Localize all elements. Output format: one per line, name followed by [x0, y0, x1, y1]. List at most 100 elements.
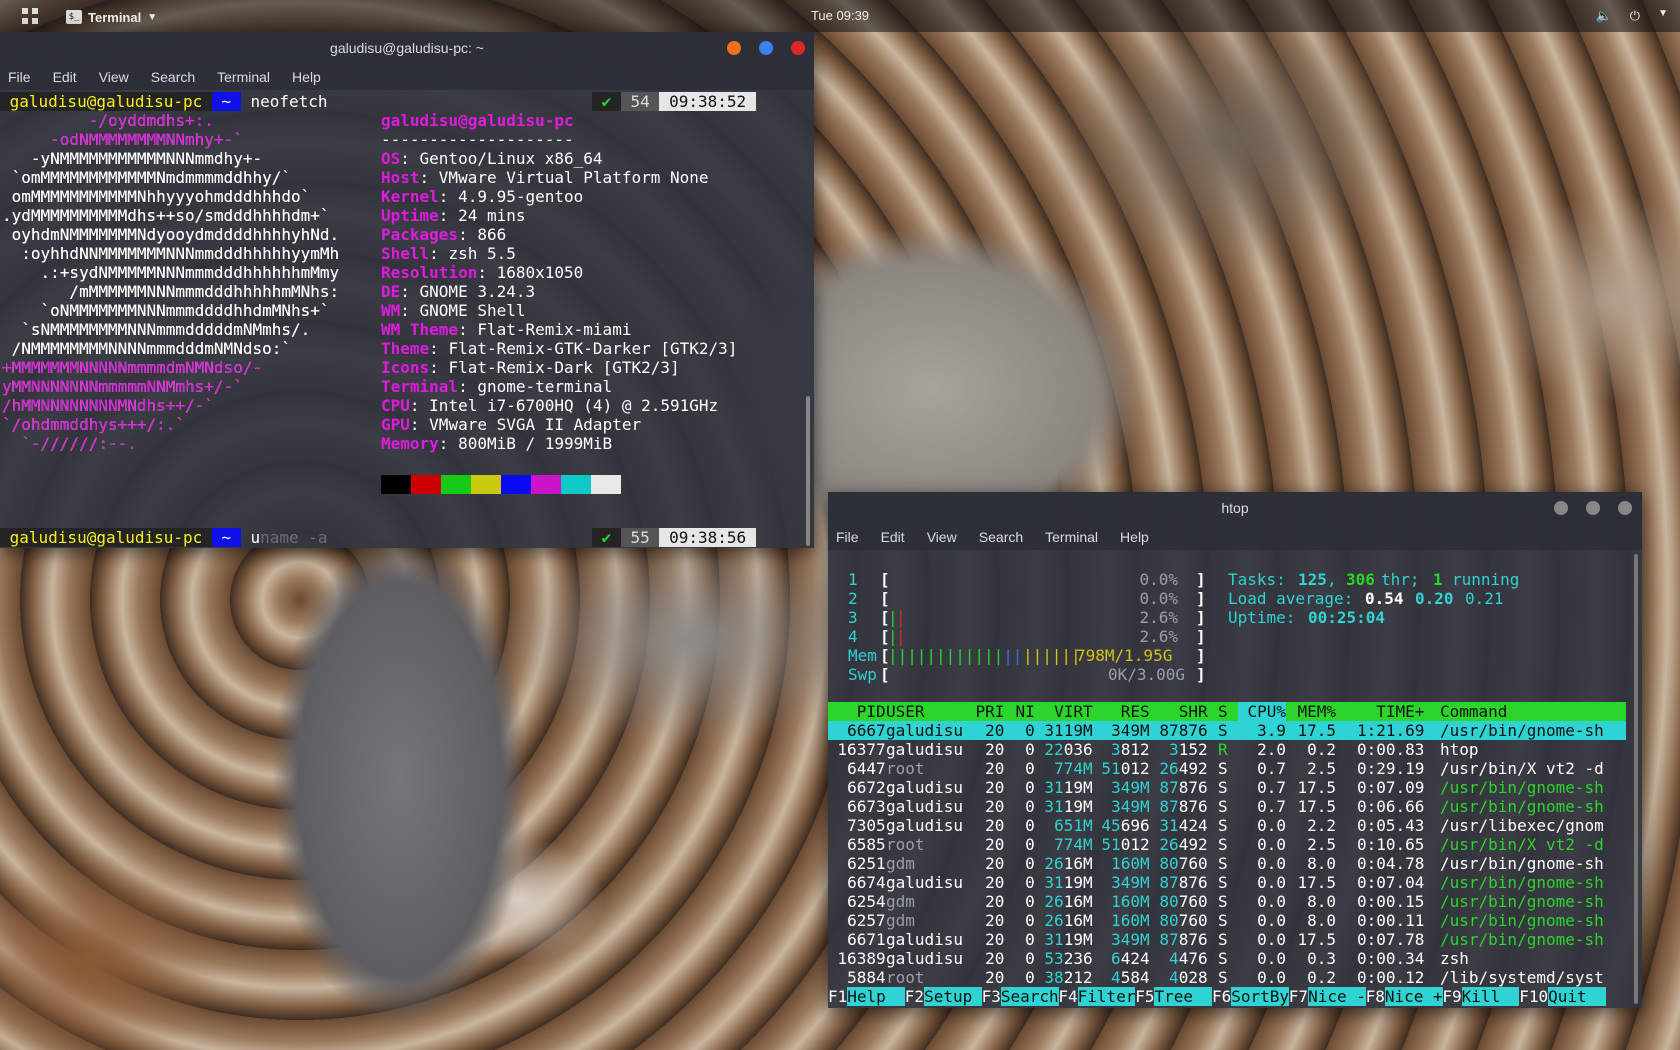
column-header-command[interactable]: Command: [1440, 702, 1603, 721]
menu-item-help[interactable]: Help: [292, 64, 321, 90]
table-cell: 0:07.78: [1356, 930, 1425, 949]
tasks-label: Tasks:: [1228, 570, 1286, 589]
table-row[interactable]: 6674 galudisu 20 0 3119M 349M 87876 S 0.0 17.5 0:0…: [828, 873, 1626, 892]
menu-item-help[interactable]: Help: [1120, 524, 1149, 550]
palette-swatch: [531, 475, 561, 494]
column-header-virt[interactable]: VIRT: [1035, 702, 1093, 721]
terminal-window-neofetch: galudisu@galudisu-pc: ~ File Edit View Sear…: [0, 32, 814, 548]
column-header-res[interactable]: RES: [1092, 702, 1150, 721]
menu-item-terminal[interactable]: Terminal: [217, 64, 270, 90]
info-key: DE: [381, 282, 401, 301]
info-key: Resolution: [381, 263, 478, 282]
table-row[interactable]: 16377 galudisu 20 0 22036 3812 3152 R 2.0 0.2 0:00…: [828, 740, 1626, 759]
column-header-pri[interactable]: PRI: [966, 702, 1004, 721]
info-key: OS: [381, 149, 401, 168]
close-button[interactable]: [1618, 501, 1632, 515]
info-value: VMware Virtual Platform None: [438, 168, 709, 187]
info-row: Kernel: 4.9.95-gentoo: [381, 187, 583, 206]
table-row[interactable]: 7305 galudisu 20 0 651M 45696 31424 S 0.0 2.2 0:05…: [828, 816, 1626, 835]
fkey-f1[interactable]: F1Help: [828, 987, 906, 1006]
table-cell: S: [1218, 835, 1228, 854]
minimize-button[interactable]: [1554, 501, 1568, 515]
minimize-button[interactable]: [727, 41, 741, 55]
power-icon[interactable]: ⏻: [1630, 8, 1640, 24]
fkey-f6[interactable]: F6SortBy: [1212, 987, 1290, 1006]
menu-item-terminal[interactable]: Terminal: [1045, 524, 1098, 550]
table-row[interactable]: 6251 gdm 20 0 2616M 160M 80760 S 0.0 8.0 0:04.78/u…: [828, 854, 1626, 873]
table-cell: 3119M: [1044, 721, 1093, 740]
table-row[interactable]: 5884 root 20 0 38212 4584 4028 S 0.0 0.2 0:00.12/l…: [828, 968, 1626, 987]
column-header-user[interactable]: USER: [886, 702, 972, 721]
table-cell: /usr/bin/gnome-sh: [1440, 778, 1604, 797]
scrollbar[interactable]: [1634, 554, 1638, 1004]
system-tray[interactable]: 🔈 ⏻ ▼: [1596, 8, 1668, 24]
table-cell: 0:07.04: [1356, 873, 1425, 892]
uptime-label: Uptime:: [1228, 608, 1296, 627]
maximize-button[interactable]: [1586, 501, 1600, 515]
column-header-mem[interactable]: MEM%: [1288, 702, 1336, 721]
window-titlebar[interactable]: htop: [828, 492, 1642, 524]
close-button[interactable]: [791, 41, 805, 55]
info-row: OS: Gentoo/Linux x86_64: [381, 149, 603, 168]
terminal-content[interactable]: galudisu@galudisu-pc ~ neofetch ✔ 54 09:…: [0, 90, 814, 548]
cell-units: 696: [1120, 816, 1150, 835]
table-row[interactable]: 6673 galudisu 20 0 3119M 349M 87876 S 0.7 17.5 0:0…: [828, 797, 1626, 816]
table-row[interactable]: 6585 root 20 0 774M 51012 26492 S 0.0 2.5 0:10.65/…: [828, 835, 1626, 854]
table-cell: 0: [1025, 930, 1035, 949]
speaker-icon[interactable]: 🔈: [1596, 8, 1612, 24]
window-titlebar[interactable]: galudisu@galudisu-pc: ~: [0, 32, 814, 64]
column-header-cpu[interactable]: CPU%: [1238, 702, 1286, 721]
table-cell: 6585: [847, 835, 886, 854]
column-header-shr[interactable]: SHR: [1150, 702, 1208, 721]
table-cell: 0: [1025, 949, 1035, 968]
info-sep: :: [429, 358, 449, 377]
column-header-time[interactable]: TIME+: [1338, 702, 1424, 721]
mem-meter-bar: |: [945, 646, 956, 665]
fkey-f3[interactable]: F3Search: [982, 987, 1059, 1006]
table-row[interactable]: 6257 gdm 20 0 2616M 160M 80760 S 0.0 8.0 0:00.11/u…: [828, 911, 1626, 930]
menu-item-edit[interactable]: Edit: [53, 64, 77, 90]
fkey-f9[interactable]: F9Kill: [1442, 987, 1520, 1006]
table-cell: 2616M: [1035, 854, 1092, 873]
menu-item-search[interactable]: Search: [979, 524, 1023, 550]
menu-item-view[interactable]: View: [927, 524, 957, 550]
table-row[interactable]: 6672 galudisu 20 0 3119M 349M 87876 S 0.7 17.5 0:0…: [828, 778, 1626, 797]
menu-item-search[interactable]: Search: [151, 64, 195, 90]
table-row[interactable]: 6671 galudisu 20 0 3119M 349M 87876 S 0.0 17.5 0:0…: [828, 930, 1626, 949]
running-label: running: [1452, 570, 1520, 589]
fkey-label: Search: [1000, 987, 1059, 1006]
info-value: GNOME Shell: [419, 301, 526, 320]
fkey-f2[interactable]: F2Setup: [905, 987, 982, 1006]
column-header-pid[interactable]: PID: [828, 702, 886, 721]
column-header-s[interactable]: S: [1218, 702, 1228, 721]
fkey-f5[interactable]: F5Tree: [1135, 987, 1213, 1006]
table-row[interactable]: 6667 galudisu 20 0 3119M 349M 87876 S 3.9 17.5 1:2…: [828, 721, 1626, 740]
menu-item-file[interactable]: File: [8, 64, 31, 90]
htop-content[interactable]: 1[0.0%] 2[0.0%] 3[| | 2.6%] 4[| | 2.6%] Mem[| | | |…: [828, 550, 1642, 1008]
clock[interactable]: Tue 09:39: [0, 8, 1680, 23]
maximize-button[interactable]: [759, 41, 773, 55]
table-row[interactable]: 6254 gdm 20 0 2616M 160M 80760 S 0.0 8.0 0:00.15/u…: [828, 892, 1626, 911]
table-cell: 87876: [1159, 721, 1208, 740]
info-key: Shell: [381, 244, 430, 263]
fkey-f4[interactable]: F4Filter: [1058, 987, 1136, 1006]
cell-units: 16M: [1063, 892, 1093, 911]
scrollbar[interactable]: [806, 396, 810, 546]
table-row[interactable]: 16389 galudisu 20 0 53236 6424 4476 S 0.0 0.3 0:00…: [828, 949, 1626, 968]
table-cell: 0: [1025, 835, 1035, 854]
menu-item-view[interactable]: View: [99, 64, 129, 90]
info-value: Flat-Remix-Dark [GTK2/3]: [448, 358, 680, 377]
menu-item-file[interactable]: File: [836, 524, 859, 550]
cell-thousands: 87: [1159, 778, 1179, 797]
fkey-f10[interactable]: F10Quit: [1519, 987, 1606, 1006]
column-header-ni[interactable]: NI: [1006, 702, 1035, 721]
window-title: htop: [1221, 500, 1249, 516]
table-cell: S: [1218, 949, 1228, 968]
table-row[interactable]: 6447 root 20 0 774M 51012 26492 S 0.7 2.5 0:29.19/…: [828, 759, 1626, 778]
menu-item-edit[interactable]: Edit: [881, 524, 905, 550]
fkey-f8[interactable]: F8Nice +: [1366, 987, 1443, 1006]
table-cell: 8.0: [1307, 911, 1336, 930]
prompt-dir: ~: [211, 528, 241, 547]
chevron-down-icon[interactable]: ▼: [1658, 8, 1668, 24]
fkey-f7[interactable]: F7Nice -: [1289, 987, 1366, 1006]
